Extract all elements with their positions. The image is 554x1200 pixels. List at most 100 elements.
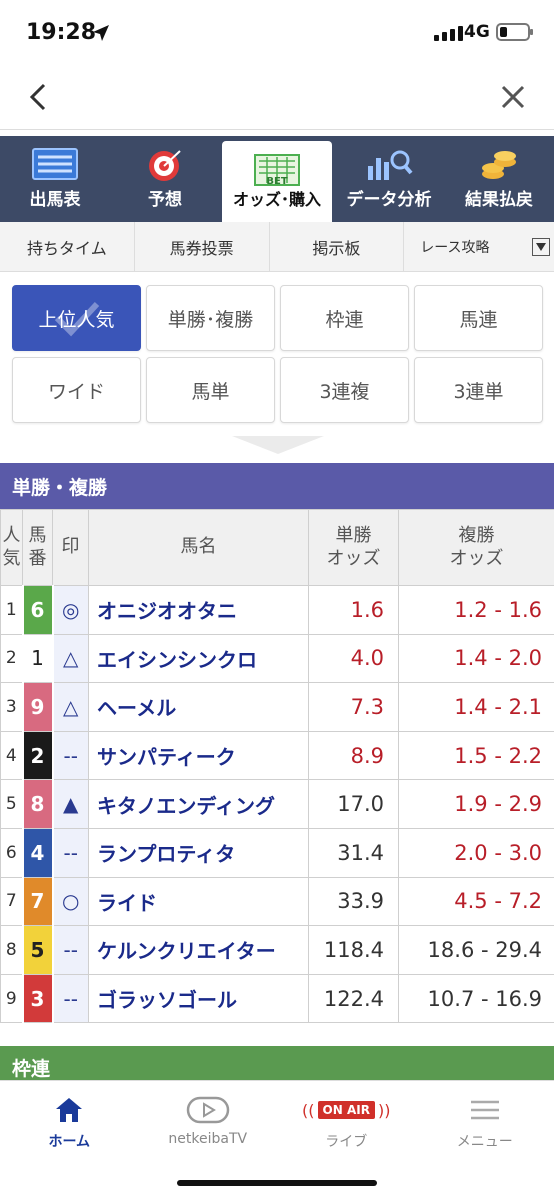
filter-quinella[interactable]: 馬連 [414, 285, 543, 351]
horse-number-badge: 1 [21, 633, 54, 684]
filter-bracket-quinella[interactable]: 枠連 [280, 285, 409, 351]
target-icon [149, 150, 181, 181]
list-icon [32, 148, 78, 180]
tab-yoso[interactable]: 予想 [110, 136, 220, 222]
prediction-mark: -- [52, 973, 89, 1024]
horse-number-badge: 7 [21, 876, 54, 927]
prediction-mark: -- [52, 827, 89, 878]
table-row[interactable]: 4 2 -- サンパティーク 8.9 1.5 - 2.2 [0, 730, 554, 781]
place-odds: 1.2 - 1.6 [398, 585, 554, 635]
table-row[interactable]: 1 6 ◎ オニジオオタニ 1.6 1.2 - 1.6 [0, 585, 554, 635]
filter-trio[interactable]: 3連複 [280, 357, 409, 423]
nav-bar [0, 64, 554, 130]
horse-number-badge: 8 [21, 779, 54, 829]
prediction-mark: ○ [52, 876, 89, 927]
bottom-nav-home[interactable]: ホーム [0, 1081, 139, 1200]
horse-name[interactable]: ゴラッソゴール [88, 973, 309, 1024]
filter-win-place[interactable]: 単勝･複勝 [146, 285, 275, 351]
filter-wide[interactable]: ワイド [12, 357, 141, 423]
subtab-mochi-time[interactable]: 持ちタイム [0, 222, 135, 271]
win-odds: 118.4 [308, 925, 399, 975]
subtab-baken-vote[interactable]: 馬券投票 [135, 222, 270, 271]
bet-sheet-icon: BET [254, 154, 300, 187]
place-odds: 1.4 - 2.0 [398, 633, 554, 684]
horse-name[interactable]: キタノエンディング [88, 779, 309, 829]
horse-number-badge: 2 [21, 730, 54, 781]
section-title: 単勝・複勝 [0, 463, 554, 509]
table-row[interactable]: 6 4 -- ランプロティタ 31.4 2.0 - 3.0 [0, 827, 554, 878]
status-time: 19:28 [26, 20, 97, 45]
table-row[interactable]: 2 1 △ エイシンシンクロ 4.0 1.4 - 2.0 [0, 633, 554, 684]
network-type: 4G [464, 22, 490, 42]
table-row[interactable]: 9 3 -- ゴラッソゴール 122.4 10.7 - 16.9 [0, 973, 554, 1024]
rank-cell: 6 [0, 827, 23, 878]
place-odds: 1.4 - 2.1 [398, 682, 554, 732]
tab-result-payout[interactable]: 結果払戻 [444, 136, 554, 222]
table-row[interactable]: 8 5 -- ケルンクリエイター 118.4 18.6 - 29.4 [0, 925, 554, 975]
rank-cell: 9 [0, 973, 23, 1024]
tab-shutsubahyo[interactable]: 出馬表 [0, 136, 110, 222]
horse-name[interactable]: ヘーメル [88, 682, 309, 732]
tab-odds-purchase[interactable]: BET オッズ･購入 [222, 141, 332, 222]
place-odds: 4.5 - 7.2 [398, 876, 554, 927]
prediction-mark: -- [52, 925, 89, 975]
filter-top-popular[interactable]: 上位人気 [12, 285, 141, 351]
win-odds: 31.4 [308, 827, 399, 878]
filter-trifecta[interactable]: 3連単 [414, 357, 543, 423]
table-row[interactable]: 7 7 ○ ライド 33.9 4.5 - 7.2 [0, 876, 554, 927]
subtab-race-strategy-label: レース攻略 [420, 239, 490, 256]
subtab-race-strategy[interactable]: レース攻略 [404, 222, 554, 271]
prediction-mark: -- [52, 730, 89, 781]
sub-tabs: 持ちタイム 馬券投票 掲示板 レース攻略 [0, 222, 554, 272]
chart-search-icon [368, 150, 413, 180]
table-row[interactable]: 5 8 ▲ キタノエンディング 17.0 1.9 - 2.9 [0, 779, 554, 829]
place-odds: 1.9 - 2.9 [398, 779, 554, 829]
header-num: 馬番 [22, 509, 53, 586]
battery-icon [496, 23, 533, 41]
tab-data-analysis[interactable]: データ分析 [334, 136, 444, 222]
header-place-odds: 複勝 オッズ [398, 509, 554, 586]
location-arrow-icon [93, 25, 109, 41]
horse-name[interactable]: サンパティーク [88, 730, 309, 781]
header-mark: 印 [52, 509, 89, 586]
win-odds: 1.6 [308, 585, 399, 635]
horse-name[interactable]: ケルンクリエイター [88, 925, 309, 975]
prediction-mark: △ [52, 633, 89, 684]
horse-name[interactable]: ランプロティタ [88, 827, 309, 878]
rank-cell: 8 [0, 925, 23, 975]
place-odds: 18.6 - 29.4 [398, 925, 554, 975]
svg-text:BET: BET [266, 176, 287, 187]
tv-play-icon [186, 1096, 229, 1124]
bottom-nav-menu[interactable]: メニュー [416, 1081, 554, 1200]
back-chevron-icon[interactable] [26, 82, 50, 112]
subtab-bbs[interactable]: 掲示板 [270, 222, 405, 271]
header-name: 馬名 [88, 509, 309, 586]
home-indicator [177, 1180, 377, 1186]
prediction-mark: △ [52, 682, 89, 732]
rank-cell: 1 [0, 585, 23, 635]
filter-exacta[interactable]: 馬単 [146, 357, 275, 423]
win-odds: 8.9 [308, 730, 399, 781]
horse-name[interactable]: オニジオオタニ [88, 585, 309, 635]
odds-table: 人気 馬番 印 馬名 単勝 オッズ 複勝 オッズ 1 6 ◎ オニジオオタニ 1.6 1.2 … [0, 509, 554, 1024]
rank-cell: 3 [0, 682, 23, 732]
rank-cell: 7 [0, 876, 23, 927]
header-rank: 人気 [0, 509, 23, 586]
filter-pointer [232, 436, 324, 454]
win-odds: 4.0 [308, 633, 399, 684]
horse-number-badge: 4 [21, 827, 54, 878]
main-tabs: 出馬表 予想 BET オッズ･購入 データ分析 結果払戻 [0, 136, 554, 222]
menu-icon [470, 1100, 499, 1120]
next-section-title: 枠連 [0, 1046, 554, 1080]
place-odds: 1.5 - 2.2 [398, 730, 554, 781]
rank-cell: 4 [0, 730, 23, 781]
horse-name[interactable]: エイシンシンクロ [88, 633, 309, 684]
signal-icon [434, 26, 463, 41]
close-icon[interactable] [500, 84, 526, 110]
place-odds: 10.7 - 16.9 [398, 973, 554, 1024]
win-odds: 33.9 [308, 876, 399, 927]
table-row[interactable]: 3 9 △ ヘーメル 7.3 1.4 - 2.1 [0, 682, 554, 732]
dropdown-arrow-icon[interactable] [532, 238, 550, 256]
horse-name[interactable]: ライド [88, 876, 309, 927]
table-header-row: 人気 馬番 印 馬名 単勝 オッズ 複勝 オッズ [0, 509, 554, 586]
